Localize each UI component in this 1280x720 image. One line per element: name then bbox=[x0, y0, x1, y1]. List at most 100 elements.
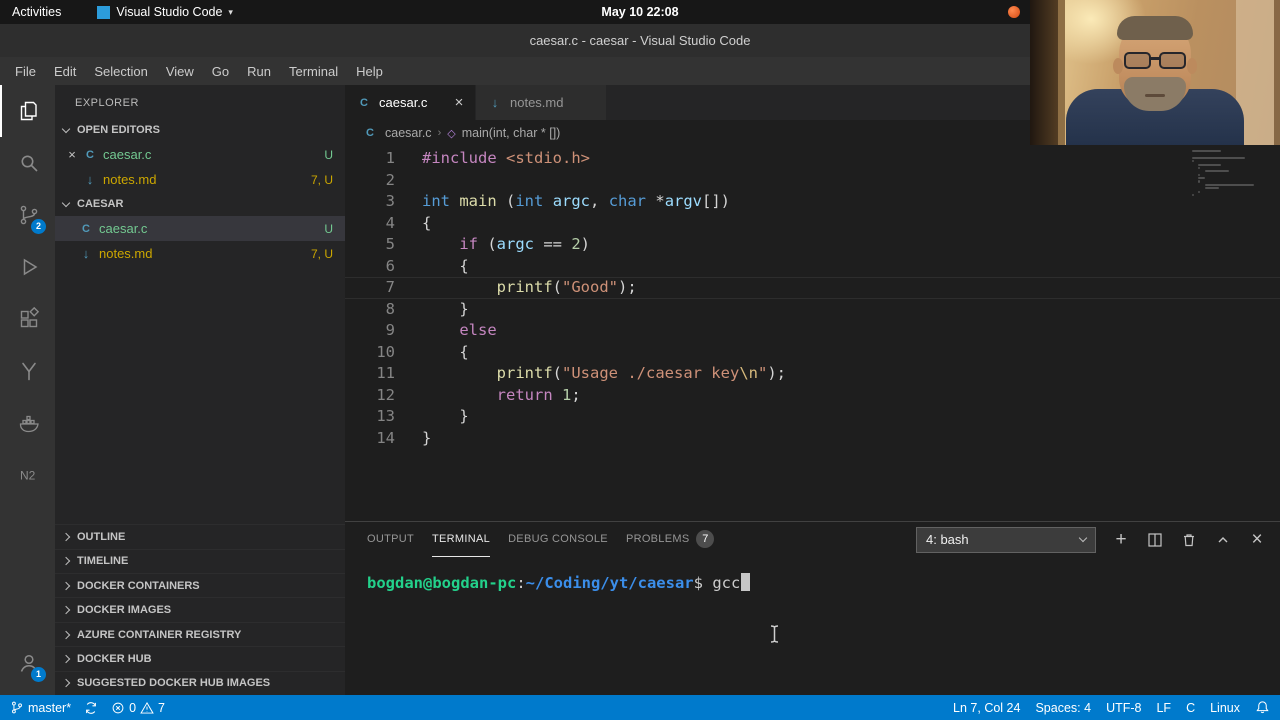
file-name: caesar.c bbox=[103, 147, 152, 162]
file-notes.md[interactable]: ↓ notes.md 7, U bbox=[55, 241, 345, 266]
problems-status[interactable]: 0 7 bbox=[111, 701, 165, 715]
panel-tab-output[interactable]: OUTPUT bbox=[367, 522, 414, 557]
c-file-icon: C bbox=[360, 96, 368, 109]
editor-zone: Ccaesar.c × ↓ notes.md C caesar.c › ◇ main(… bbox=[345, 85, 1280, 521]
menu-file[interactable]: File bbox=[6, 61, 45, 82]
minimap-line bbox=[1198, 190, 1200, 193]
panel-tab-debug-console[interactable]: DEBUG CONSOLE bbox=[508, 522, 608, 557]
panel-tab-terminal[interactable]: TERMINAL bbox=[432, 522, 491, 557]
chevron-right-icon bbox=[61, 532, 71, 542]
line-content: #include <stdio.h> bbox=[422, 149, 590, 167]
activity-extensions[interactable] bbox=[0, 293, 55, 345]
minimap[interactable] bbox=[1192, 150, 1264, 197]
menu-edit[interactable]: Edit bbox=[45, 61, 85, 82]
menu-go[interactable]: Go bbox=[203, 61, 238, 82]
language-mode[interactable]: C bbox=[1186, 701, 1195, 715]
section-docker-images[interactable]: DOCKER IMAGES bbox=[55, 597, 345, 621]
maximize-panel-button[interactable] bbox=[1214, 531, 1232, 549]
menu-help[interactable]: Help bbox=[347, 61, 392, 82]
chevron-right-icon bbox=[61, 557, 71, 566]
y-flask-icon bbox=[21, 362, 36, 381]
tab-close-button[interactable]: × bbox=[451, 94, 467, 111]
gnome-app-menu[interactable]: Visual Studio Code ▾ bbox=[97, 5, 233, 19]
minimap-line bbox=[1204, 187, 1220, 190]
os-indicator[interactable]: Linux bbox=[1210, 701, 1240, 715]
project-folder-header[interactable]: CAESAR bbox=[55, 192, 345, 216]
section-label: OUTLINE bbox=[77, 530, 126, 543]
code-line-5: 5 if (argc == 2) bbox=[345, 234, 1280, 256]
activity-run-debug[interactable] bbox=[0, 241, 55, 293]
open-editor-caesar.c[interactable]: × Ccaesar.c U bbox=[55, 142, 345, 167]
minimap-line bbox=[1192, 150, 1221, 153]
activity-accounts[interactable]: 1 bbox=[0, 637, 55, 689]
line-number: 11 bbox=[376, 364, 395, 382]
file-caesar.c[interactable]: Ccaesar.c U bbox=[55, 216, 345, 241]
person-ear bbox=[1187, 58, 1197, 74]
line-content: { bbox=[422, 342, 469, 361]
minimap-line bbox=[1198, 163, 1221, 166]
line-number: 1 bbox=[385, 149, 395, 167]
git-branch-status[interactable]: master* bbox=[10, 700, 71, 715]
cursor-position[interactable]: Ln 7, Col 24 bbox=[953, 701, 1020, 715]
sidebar-bottom-sections: OUTLINE TIMELINE DOCKER CONTAINERS DOCKER I… bbox=[55, 524, 345, 695]
line-number: 12 bbox=[376, 385, 395, 404]
menu-run[interactable]: Run bbox=[238, 61, 280, 82]
activity-testing[interactable] bbox=[0, 345, 55, 397]
activity-search[interactable] bbox=[0, 137, 55, 189]
open-editors-header[interactable]: OPEN EDITORS bbox=[55, 118, 345, 142]
menu-terminal[interactable]: Terminal bbox=[280, 61, 347, 82]
menu-view[interactable]: View bbox=[157, 61, 203, 82]
chevron-up-icon bbox=[1218, 536, 1228, 542]
terminal[interactable]: bogdan@bogdan-pc:~/Coding/yt/caesar$ gcc bbox=[345, 557, 1280, 695]
editor-tab-notes.md[interactable]: ↓ notes.md bbox=[476, 85, 607, 120]
code-line-8: 8 } bbox=[345, 299, 1280, 321]
run-debug-icon bbox=[23, 258, 37, 276]
breadcrumb-file[interactable]: caesar.c bbox=[385, 126, 432, 140]
section-label: DOCKER IMAGES bbox=[77, 604, 172, 617]
breadcrumb-symbol[interactable]: main(int, char * []) bbox=[462, 126, 561, 140]
screen-recorder-indicator-icon[interactable] bbox=[1008, 6, 1020, 18]
activity-docker[interactable] bbox=[0, 397, 55, 449]
activities-button[interactable]: Activities bbox=[0, 5, 73, 19]
webcam-overlay bbox=[1030, 0, 1280, 145]
line-content: int main (int argc, char *argv[]) bbox=[422, 192, 731, 210]
section-suggested-docker-hub-images[interactable]: SUGGESTED DOCKER HUB IMAGES bbox=[55, 670, 345, 695]
section-docker-containers[interactable]: DOCKER CONTAINERS bbox=[55, 573, 345, 597]
activity-source-control[interactable]: 2 bbox=[0, 189, 55, 241]
menu-selection[interactable]: Selection bbox=[85, 61, 156, 82]
section-timeline[interactable]: TIMELINE bbox=[55, 548, 345, 573]
panel-tab-problems[interactable]: PROBLEMS 7 bbox=[626, 522, 715, 557]
split-terminal-button[interactable] bbox=[1146, 531, 1164, 549]
activity-explorer[interactable] bbox=[0, 85, 55, 137]
section-docker-hub[interactable]: DOCKER HUB bbox=[55, 646, 345, 670]
open-editor-notes.md[interactable]: ↓ notes.md 7, U bbox=[55, 167, 345, 192]
code-line-6: 6 { bbox=[345, 256, 1280, 278]
sync-button[interactable] bbox=[84, 701, 98, 715]
line-number: 7 bbox=[385, 278, 395, 296]
activity-n2-extension[interactable]: N2 bbox=[0, 449, 55, 501]
new-terminal-button[interactable]: + bbox=[1112, 530, 1130, 549]
line-number: 10 bbox=[376, 342, 395, 361]
terminal-select[interactable]: 4: bash bbox=[916, 526, 1096, 553]
indentation-setting[interactable]: Spaces: 4 bbox=[1035, 701, 1091, 715]
section-outline[interactable]: OUTLINE bbox=[55, 524, 345, 548]
editor-tab-caesar.c[interactable]: Ccaesar.c × bbox=[345, 85, 476, 120]
section-azure-container-registry[interactable]: AZURE CONTAINER REGISTRY bbox=[55, 621, 345, 646]
source-control-badge: 2 bbox=[31, 219, 46, 234]
terminal-user: bogdan@bogdan-pc bbox=[367, 574, 517, 592]
close-editor-icon[interactable]: × bbox=[63, 147, 81, 162]
kill-terminal-button[interactable] bbox=[1180, 531, 1198, 549]
problems-count-badge: 7 bbox=[696, 530, 715, 548]
tab-label: notes.md bbox=[510, 95, 564, 110]
eol-setting[interactable]: LF bbox=[1156, 701, 1171, 715]
close-panel-button[interactable]: × bbox=[1248, 530, 1266, 549]
code-line-1: 1 #include <stdio.h> bbox=[345, 148, 1280, 170]
encoding-setting[interactable]: UTF-8 bbox=[1106, 701, 1141, 715]
gnome-clock[interactable]: May 10 22:08 bbox=[601, 5, 678, 19]
git-status-badge: U bbox=[324, 147, 333, 162]
code-editor[interactable]: 1 #include <stdio.h> 2 3 int main (int argc,… bbox=[345, 146, 1280, 521]
bell-icon[interactable] bbox=[1255, 700, 1270, 715]
warning-count: 7 bbox=[158, 700, 165, 715]
chevron-right-icon bbox=[61, 679, 71, 688]
minimap-line bbox=[1198, 166, 1200, 170]
